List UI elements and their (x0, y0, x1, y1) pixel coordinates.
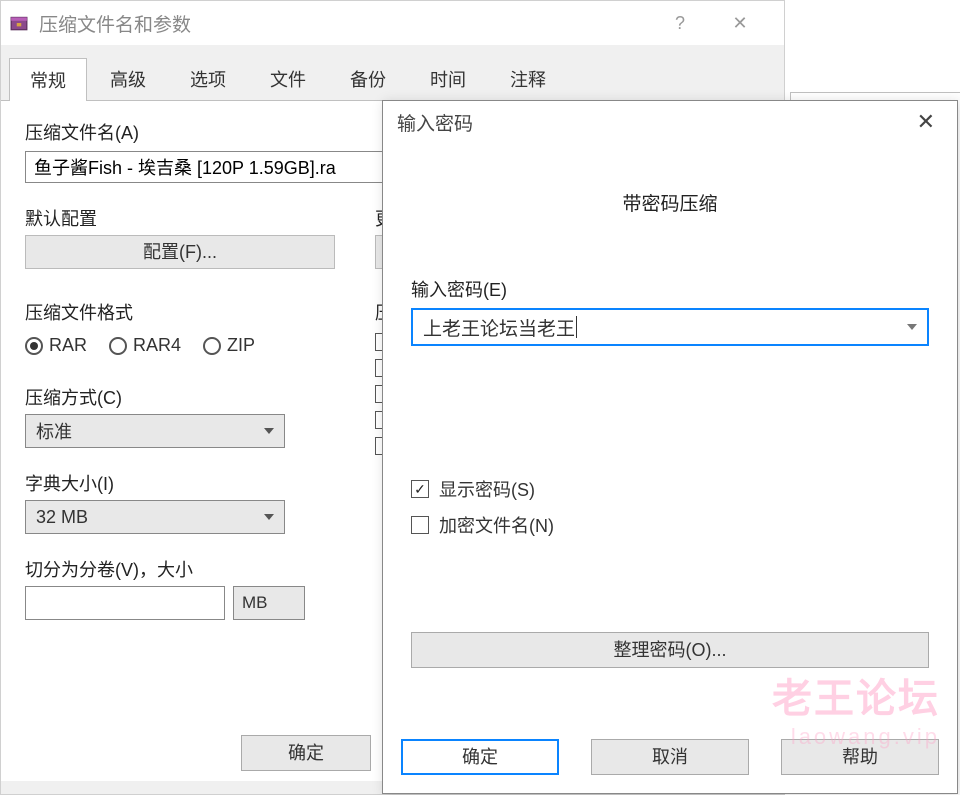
pwd-subtitle: 带密码压缩 (411, 189, 929, 216)
profile-section-label: 默认配置 (25, 205, 335, 231)
encrypt-names-checkbox[interactable]: 加密文件名(N) (411, 512, 929, 538)
format-rar4-label: RAR4 (133, 335, 181, 356)
pwd-checkbox-group: 显示密码(S) 加密文件名(N) (411, 476, 929, 538)
dict-dropdown[interactable]: 32 MB (25, 500, 285, 534)
tab-general[interactable]: 常规 (9, 58, 87, 101)
main-tabs: 常规 高级 选项 文件 备份 时间 注释 (1, 45, 784, 101)
method-dropdown[interactable]: 标准 (25, 414, 285, 448)
pwd-input-value: 上老王论坛当老王 (423, 314, 575, 341)
tab-advanced-label: 高级 (110, 70, 146, 90)
pwd-help-label: 帮助 (842, 747, 878, 767)
main-titlebar: 压缩文件名和参数 ? ✕ (1, 1, 784, 45)
close-icon[interactable]: ✕ (909, 109, 943, 135)
format-rar-label: RAR (49, 335, 87, 356)
tab-files-label: 文件 (270, 70, 306, 90)
tab-files[interactable]: 文件 (249, 57, 327, 100)
split-unit-value: MB (242, 593, 268, 613)
main-ok-button[interactable]: 确定 (241, 735, 371, 771)
window-controls: ? ✕ (664, 7, 776, 39)
pwd-footer: 确定 取消 帮助 (401, 739, 939, 775)
main-title: 压缩文件名和参数 (39, 10, 191, 37)
tab-time-label: 时间 (430, 70, 466, 90)
chevron-down-icon (907, 324, 917, 330)
pwd-input-combo[interactable]: 上老王论坛当老王 (411, 308, 929, 346)
tab-backup[interactable]: 备份 (329, 57, 407, 100)
tab-time[interactable]: 时间 (409, 57, 487, 100)
organize-passwords-label: 整理密码(O)... (614, 640, 727, 660)
tab-options-label: 选项 (190, 70, 226, 90)
tab-comment-label: 注释 (510, 70, 546, 90)
format-rar[interactable]: RAR (25, 335, 87, 356)
main-ok-label: 确定 (288, 743, 324, 763)
pwd-ok-button[interactable]: 确定 (401, 739, 559, 775)
format-rar4[interactable]: RAR4 (109, 335, 181, 356)
format-zip[interactable]: ZIP (203, 335, 255, 356)
rar-app-icon (9, 13, 29, 33)
pwd-titlebar: 输入密码 ✕ (383, 101, 957, 143)
close-button[interactable]: ✕ (724, 7, 756, 39)
tab-comment[interactable]: 注释 (489, 57, 567, 100)
pwd-ok-label: 确定 (462, 747, 498, 767)
pwd-cancel-button[interactable]: 取消 (591, 739, 749, 775)
password-dialog: 输入密码 ✕ 带密码压缩 输入密码(E) 上老王论坛当老王 显示密码(S) 加密… (382, 100, 958, 794)
chevron-down-icon (264, 428, 274, 434)
checkbox-checked-icon (411, 480, 429, 498)
tab-options[interactable]: 选项 (169, 57, 247, 100)
pwd-help-button[interactable]: 帮助 (781, 739, 939, 775)
tab-advanced[interactable]: 高级 (89, 57, 167, 100)
method-label: 压缩方式(C) (25, 384, 335, 410)
organize-passwords-button[interactable]: 整理密码(O)... (411, 632, 929, 668)
format-radio-group: RAR RAR4 ZIP (25, 335, 335, 356)
profile-button-label: 配置(F)... (143, 242, 217, 262)
split-unit-select[interactable]: MB (233, 586, 305, 620)
tab-general-label: 常规 (30, 71, 66, 91)
tab-backup-label: 备份 (350, 70, 386, 90)
split-size-input[interactable] (25, 586, 225, 620)
radio-icon (109, 337, 127, 355)
help-button[interactable]: ? (664, 7, 696, 39)
show-password-label: 显示密码(S) (439, 476, 535, 502)
encrypt-names-label: 加密文件名(N) (439, 512, 554, 538)
format-zip-label: ZIP (227, 335, 255, 356)
pwd-title: 输入密码 (397, 109, 473, 136)
checkbox-icon (411, 516, 429, 534)
dict-label: 字典大小(I) (25, 470, 335, 496)
dict-value: 32 MB (36, 507, 88, 528)
radio-selected-icon (25, 337, 43, 355)
pwd-input-label: 输入密码(E) (411, 276, 929, 302)
show-password-checkbox[interactable]: 显示密码(S) (411, 476, 929, 502)
text-cursor (576, 316, 577, 338)
radio-icon (203, 337, 221, 355)
method-value: 标准 (36, 418, 72, 444)
profile-button[interactable]: 配置(F)... (25, 235, 335, 269)
split-label: 切分为分卷(V)，大小 (25, 556, 335, 582)
pwd-cancel-label: 取消 (652, 747, 688, 767)
pwd-body: 带密码压缩 输入密码(E) 上老王论坛当老王 显示密码(S) 加密文件名(N) … (383, 143, 957, 793)
format-label: 压缩文件格式 (25, 299, 335, 325)
chevron-down-icon (264, 514, 274, 520)
